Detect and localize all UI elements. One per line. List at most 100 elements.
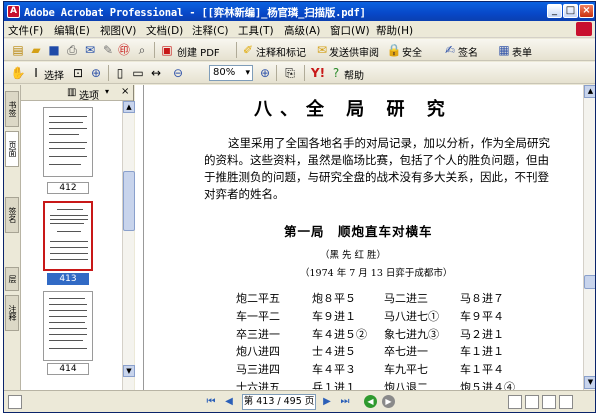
tab-signatures[interactable]: 签名	[5, 197, 19, 233]
attach-icon[interactable]: ✎	[100, 42, 116, 58]
sign-icon[interactable]: ✍	[442, 42, 458, 58]
close-button[interactable]: ×	[579, 4, 594, 18]
move: 车９平４	[460, 309, 504, 323]
move-row: 士六进五 兵１进１ 炮八退二 炮５进４④	[236, 379, 556, 390]
menu-document[interactable]: 文档(D)	[146, 23, 183, 38]
menu-help[interactable]: 帮助(H)	[376, 23, 413, 38]
move: 象七进九③	[384, 327, 439, 341]
zoom-select[interactable]: 80%	[209, 65, 253, 81]
options-menu[interactable]: 选项	[79, 87, 99, 102]
page-thumbnail[interactable]	[43, 107, 93, 177]
menu-file[interactable]: 文件(F)	[8, 23, 43, 38]
move: 车１平４	[460, 363, 504, 377]
status-bar: ⏮ ◀ 第 413 / 495 页 ▶ ⏭ ◀ ▶	[4, 390, 595, 412]
trash-icon[interactable]: ▥	[67, 87, 76, 98]
document-scrollbar[interactable]: ▲ ▼	[583, 85, 595, 390]
comment-markup-button[interactable]: 注释和标记	[256, 44, 306, 59]
zoom-in-icon[interactable]: ⊕	[88, 65, 104, 81]
view-toolbar: ✋ Ⅰ 选择 ⊡ ⊕ ▯ ▭ ↔ ⊖ 80% ⊕ ⎘ Y! ? 帮助	[4, 62, 595, 84]
forms-button[interactable]: 表单	[512, 44, 532, 59]
hand-tool-icon[interactable]: ✋	[10, 65, 26, 81]
zoom-out-icon[interactable]: ⊖	[170, 65, 186, 81]
maximize-button[interactable]: □	[563, 4, 578, 18]
select-tool-button[interactable]: 选择	[44, 67, 64, 82]
menu-comments[interactable]: 注释(C)	[192, 23, 229, 38]
move-list: 炮二平五 炮８平５ 马二进三 马８进７ 车一平二 车９进１ 马八进七① 车９平４…	[236, 290, 556, 390]
forms-icon[interactable]: ▦	[496, 42, 512, 58]
folder-icon[interactable]: ▰	[28, 42, 44, 58]
title-bar: A Adobe Acrobat Professional - [[弈林新编]_杨…	[4, 2, 595, 21]
tab-pages[interactable]: 页面	[5, 131, 19, 167]
next-page-icon[interactable]: ▶	[320, 395, 334, 409]
fit-width-icon[interactable]: ↔	[148, 65, 164, 81]
text-select-icon[interactable]: Ⅰ	[28, 65, 44, 81]
close-panel-icon[interactable]: ×	[121, 86, 129, 97]
page-thumbnail[interactable]	[43, 291, 93, 361]
open-icon[interactable]: ▤	[10, 42, 26, 58]
create-pdf-button[interactable]: 创建 PDF	[177, 44, 220, 59]
tab-bookmarks[interactable]: 书签	[5, 91, 19, 127]
tab-comments[interactable]: 注释	[5, 295, 19, 331]
tab-layers[interactable]: 层	[5, 267, 19, 291]
minimize-button[interactable]: _	[547, 4, 562, 18]
page-thumbnail-selected[interactable]	[43, 201, 93, 271]
scroll-thumb[interactable]	[584, 275, 595, 289]
scroll-down-icon[interactable]: ▼	[123, 365, 135, 377]
sign-button[interactable]: 签名	[458, 44, 478, 59]
continuous-facing-icon[interactable]	[559, 395, 573, 409]
print-icon[interactable]: ⎙	[64, 42, 80, 58]
first-page-icon[interactable]: ⏮	[204, 395, 218, 409]
continuous-icon[interactable]	[525, 395, 539, 409]
move: 马三进四	[236, 363, 280, 377]
lock-icon[interactable]: 🔒	[386, 42, 402, 58]
send-review-icon[interactable]: ✉	[314, 42, 330, 58]
file-toolbar: ▤ ▰ ■ ⎙ ✉ ✎ ㊞ ⌕ ▣ 创建 PDF ✐ 注释和标记 ✉ 发送供审阅…	[4, 39, 595, 61]
security-button[interactable]: 安全	[402, 44, 422, 59]
facing-icon[interactable]	[542, 395, 556, 409]
snapshot-icon[interactable]: ⊡	[70, 65, 86, 81]
page-indicator[interactable]: 第 413 / 495 页	[242, 394, 316, 410]
document-view[interactable]: 八、全 局 研 究 这里采用了全国各地名手的对局记录，加以分析，作为全局研究的资…	[135, 85, 583, 390]
move: 炮５进４④	[460, 380, 515, 390]
comment-icon[interactable]: ✐	[240, 42, 256, 58]
menu-advanced[interactable]: 高级(A)	[284, 23, 320, 38]
move: 车９进１	[312, 309, 356, 323]
scroll-up-icon[interactable]: ▲	[584, 85, 595, 98]
page-thumbnail-label[interactable]: 414	[47, 363, 89, 375]
help-icon[interactable]: ?	[328, 65, 344, 81]
scroll-down-icon[interactable]: ▼	[584, 376, 595, 389]
thumbnail-scrollbar[interactable]: ▲ ▼	[122, 101, 135, 390]
create-pdf-icon[interactable]: ▣	[159, 42, 175, 58]
save-icon[interactable]: ■	[46, 42, 62, 58]
page-thumbnail-label[interactable]: 412	[47, 182, 89, 194]
menu-bar: 文件(F) 编辑(E) 视图(V) 文档(D) 注释(C) 工具(T) 高级(A…	[4, 21, 595, 38]
scroll-thumb[interactable]	[123, 171, 135, 231]
menu-tools[interactable]: 工具(T)	[238, 23, 274, 38]
find-icon[interactable]: ⌕	[134, 42, 150, 58]
menu-window[interactable]: 窗口(W)	[330, 23, 370, 38]
previous-view-icon[interactable]: ◀	[364, 395, 377, 408]
last-page-icon[interactable]: ⏭	[338, 395, 352, 409]
menu-view[interactable]: 视图(V)	[100, 23, 136, 38]
move: 马２进１	[460, 327, 504, 341]
game-date: （1974 年 7 月 13 日弈于成都市）	[300, 268, 453, 279]
chevron-down-icon[interactable]: ▾	[105, 87, 109, 96]
scroll-up-icon[interactable]: ▲	[123, 101, 135, 113]
single-page-icon[interactable]	[508, 395, 522, 409]
move: 炮二平五	[236, 292, 280, 305]
send-review-button[interactable]: 发送供审阅	[329, 44, 379, 59]
menu-edit[interactable]: 编辑(E)	[54, 23, 90, 38]
pages-panel: ▥ 选项 ▾ × 412 413 414 ▲ ▼	[21, 85, 135, 390]
previous-page-icon[interactable]: ◀	[222, 395, 236, 409]
yahoo-icon[interactable]: Y!	[310, 65, 326, 81]
actual-size-icon[interactable]: ▯	[112, 65, 128, 81]
rotate-icon[interactable]: ⎘	[282, 65, 298, 81]
move: 马八进七①	[384, 309, 439, 323]
email-icon[interactable]: ✉	[82, 42, 98, 58]
stamp-icon[interactable]: ㊞	[116, 42, 132, 58]
next-view-icon[interactable]: ▶	[382, 395, 395, 408]
help-button[interactable]: 帮助	[344, 67, 364, 82]
page-thumbnail-label[interactable]: 413	[47, 273, 89, 285]
fit-page-icon[interactable]: ▭	[130, 65, 146, 81]
zoom-in-small-icon[interactable]: ⊕	[257, 65, 273, 81]
